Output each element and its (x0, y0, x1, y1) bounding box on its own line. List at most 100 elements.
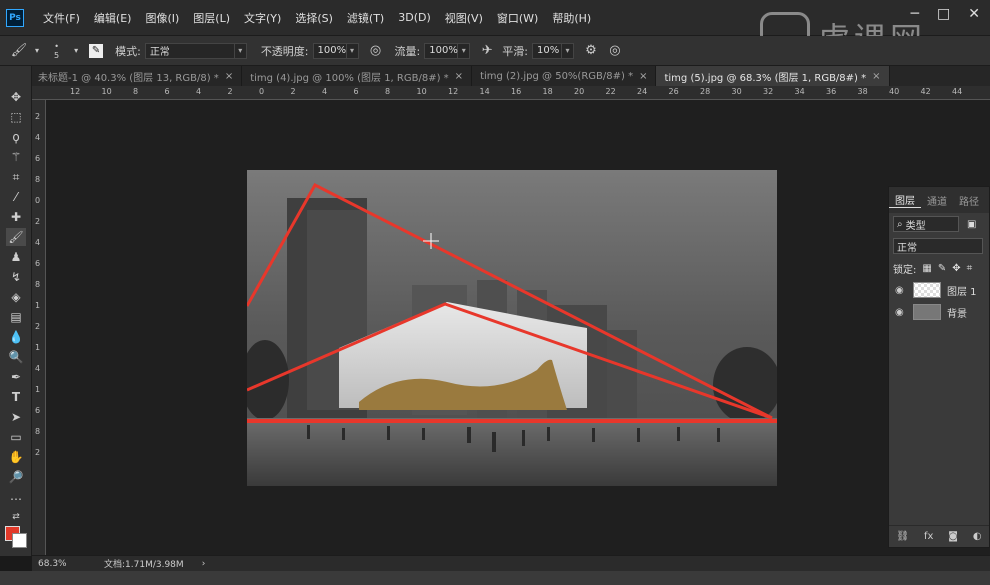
layer-name[interactable]: 图层 1 (947, 283, 977, 298)
eyedropper-tool-icon[interactable]: ⁄ (6, 188, 26, 206)
lock-pixels-icon[interactable]: ✎ (938, 263, 946, 274)
brush-preset-picker[interactable]: • 5 (54, 42, 59, 60)
tab-timg-2[interactable]: timg (2).jpg @ 50%(RGB/8#) * × (472, 66, 657, 86)
menu-3d[interactable]: 3D(D) (391, 11, 438, 24)
dodge-tool-icon[interactable]: 🔍 (6, 348, 26, 366)
eraser-tool-icon[interactable]: ◈ (6, 288, 26, 306)
pen-tool-icon[interactable]: ✒ (6, 368, 26, 386)
pressure-opacity-icon[interactable]: ◎ (367, 42, 385, 60)
chevron-down-icon[interactable]: ▾ (67, 42, 85, 60)
marquee-tool-icon[interactable]: ⬚ (6, 108, 26, 126)
menu-view[interactable]: 视图(V) (438, 10, 490, 26)
tab-channels[interactable]: 通道 (921, 193, 953, 208)
ruler-tick-label: 2 (35, 322, 41, 331)
eye-icon[interactable]: ◉ (895, 307, 907, 318)
chevron-down-icon[interactable]: ▾ (234, 42, 247, 59)
blend-mode-select[interactable]: 正常 (893, 238, 983, 254)
magic-wand-tool-icon[interactable]: ⚚ (6, 148, 26, 166)
close-icon[interactable]: × (455, 71, 463, 82)
hand-tool-icon[interactable]: ✋ (6, 448, 26, 466)
pressure-size-icon[interactable]: ◎ (606, 42, 624, 60)
flow-input[interactable]: 100% (424, 42, 459, 59)
ruler-tick-label: 6 (35, 406, 41, 415)
chevron-right-icon[interactable]: › (202, 559, 206, 569)
lock-position-icon[interactable]: ✥ (952, 263, 960, 274)
ruler-tick-label: 36 (826, 87, 837, 96)
lasso-tool-icon[interactable]: ϙ (6, 128, 26, 146)
ruler-tick-label: 12 (70, 87, 81, 96)
lock-artboard-icon[interactable]: ⌗ (967, 263, 973, 274)
link-icon[interactable]: ⛓ (896, 531, 909, 542)
menu-layer[interactable]: 图层(L) (186, 10, 237, 26)
type-tool-icon[interactable]: T (6, 388, 26, 406)
gear-icon[interactable]: ⚙ (582, 42, 600, 60)
opacity-input[interactable]: 100% (312, 42, 347, 59)
chevron-down-icon[interactable]: ▾ (561, 42, 574, 59)
close-icon[interactable]: × (639, 71, 647, 82)
history-brush-tool-icon[interactable]: ↯ (6, 268, 26, 286)
document-canvas[interactable] (247, 170, 777, 486)
layer-row-background[interactable]: ◉ 背景 (889, 301, 989, 323)
brush-panel-icon[interactable]: ✎ (89, 43, 104, 58)
airbrush-icon[interactable]: ✈ (478, 42, 496, 60)
mask-icon[interactable]: ◙ (948, 531, 958, 542)
menu-window[interactable]: 窗口(W) (490, 10, 545, 26)
tab-paths[interactable]: 路径 (953, 193, 985, 208)
close-icon[interactable]: × (872, 71, 880, 82)
menu-edit[interactable]: 编辑(E) (87, 10, 139, 26)
filter-row: ⌕ 类型 ▣ (889, 213, 989, 235)
mode-control: 模式: 正常 ▾ (115, 42, 247, 59)
blur-tool-icon[interactable]: 💧 (6, 328, 26, 346)
fx-icon[interactable]: fx (924, 531, 933, 542)
menu-filter[interactable]: 滤镜(T) (340, 10, 391, 26)
menu-select[interactable]: 选择(S) (288, 10, 340, 26)
opacity-control: 不透明度: 100% ▾ (261, 42, 359, 59)
ruler-tick-label: 2 (35, 112, 41, 121)
tab-timg-4[interactable]: timg (4).jpg @ 100% (图层 1, RGB/8#) * × (242, 66, 473, 86)
tab-untitled-1[interactable]: 未标题-1 @ 40.3% (图层 13, RGB/8) * × (30, 66, 243, 86)
brush-dot-icon: • (54, 41, 59, 51)
lock-transparency-icon[interactable]: ▦ (922, 263, 931, 274)
gradient-tool-icon[interactable]: ▤ (6, 308, 26, 326)
options-bar: 🖌 ▾ • 5 ▾ ✎ 模式: 正常 ▾ 不透明度: 100% ▾ ◎ 流量: … (0, 36, 990, 66)
close-icon[interactable]: × (225, 71, 233, 82)
image-filter-icon[interactable]: ▣ (967, 219, 976, 230)
brush-tool-icon[interactable]: 🖌 (6, 228, 26, 246)
zoom-level[interactable]: 68.3% (38, 559, 88, 569)
tab-label: 未标题-1 @ 40.3% (图层 13, RGB/8) * (38, 72, 219, 84)
crop-tool-icon[interactable]: ⌗ (6, 168, 26, 186)
document-tabs: 未标题-1 @ 40.3% (图层 13, RGB/8) * × timg (4… (30, 66, 990, 86)
mode-select[interactable]: 正常 (144, 42, 235, 59)
menu-help[interactable]: 帮助(H) (545, 10, 598, 26)
menu-file[interactable]: 文件(F) (36, 10, 87, 26)
swap-colors-icon[interactable]: ⇄ (6, 508, 26, 526)
more-tools-icon[interactable]: ⋯ (6, 490, 26, 508)
chevron-down-icon[interactable]: ▾ (346, 42, 359, 59)
brush-tool-icon[interactable]: 🖌 (10, 42, 28, 60)
smoothing-input[interactable]: 10% (531, 42, 562, 59)
ruler-tick-label: 1 (35, 343, 41, 352)
layer-name[interactable]: 背景 (947, 305, 967, 320)
ruler-tick-label: 10 (416, 87, 427, 96)
tab-layers[interactable]: 图层 (889, 192, 921, 208)
tab-timg-5[interactable]: timg (5).jpg @ 68.3% (图层 1, RGB/8#) * × (656, 66, 890, 86)
background-color-swatch[interactable] (12, 533, 27, 548)
rectangle-tool-icon[interactable]: ▭ (6, 428, 26, 446)
menu-image[interactable]: 图像(I) (138, 10, 186, 26)
zoom-tool-icon[interactable]: 🔎 (6, 468, 26, 486)
filter-label: 类型 (905, 220, 926, 232)
chevron-down-icon[interactable]: ▾ (28, 42, 46, 60)
path-selection-tool-icon[interactable]: ➤ (6, 408, 26, 426)
stamp-tool-icon[interactable]: ♟ (6, 248, 26, 266)
ruler-tick-label: 34 (794, 87, 805, 96)
layer-filter-select[interactable]: ⌕ 类型 (893, 216, 959, 232)
eye-icon[interactable]: ◉ (895, 285, 907, 296)
chevron-down-icon[interactable]: ▾ (458, 42, 471, 59)
layer-row-layer-1[interactable]: ◉ 图层 1 (889, 279, 989, 301)
ruler-tick-label: 4 (35, 238, 41, 247)
menu-type[interactable]: 文字(Y) (237, 10, 288, 26)
move-tool-icon[interactable]: ✥ (6, 88, 26, 106)
layer-thumbnail (913, 282, 941, 298)
adjust-icon[interactable]: ◐ (973, 531, 982, 542)
healing-brush-tool-icon[interactable]: ✚ (6, 208, 26, 226)
